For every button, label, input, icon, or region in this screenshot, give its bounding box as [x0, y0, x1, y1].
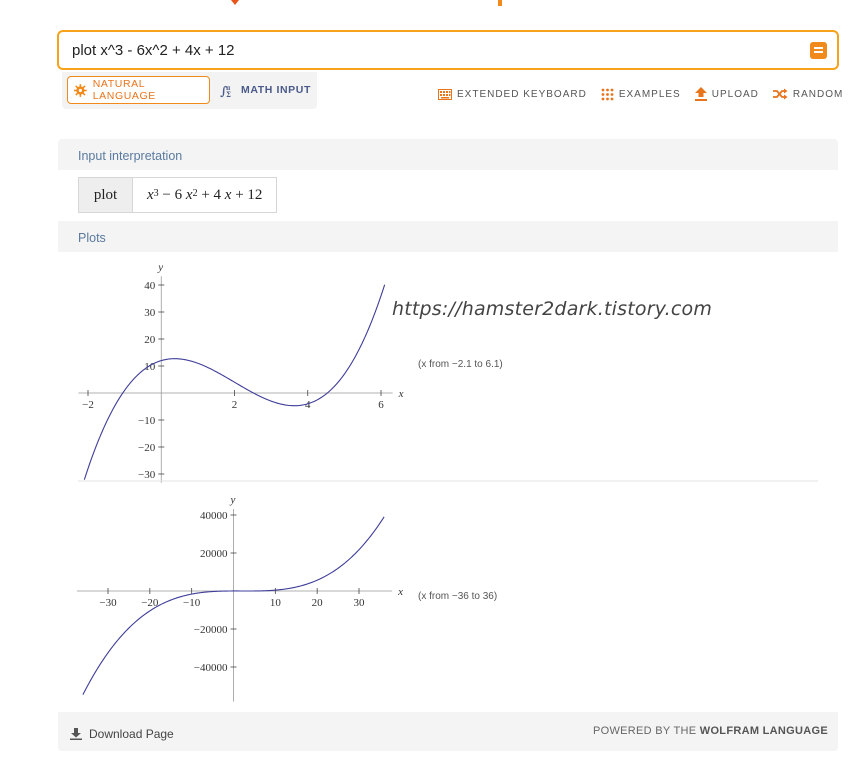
range-note: (x from −36 to 36): [418, 591, 497, 602]
x-tick-label: 4: [305, 399, 311, 411]
download-icon: [70, 728, 82, 740]
y-tick-label: 30: [144, 307, 156, 319]
y-tick-label: −20: [138, 442, 156, 454]
x-tick-label: 2: [232, 399, 238, 411]
extended-keyboard-label: EXTENDED KEYBOARD: [457, 88, 587, 100]
interpretation-box: plot x3 − 6 x2 + 4 x + 12: [78, 177, 278, 213]
examples-label: EXAMPLES: [618, 88, 681, 100]
powered-by-prefix: POWERED BY THE: [592, 725, 700, 737]
y-tick-label: 40000: [200, 510, 228, 522]
watermark-url: https://hamster2dark.tistory.com: [392, 298, 713, 320]
x-axis-label: x: [398, 388, 404, 400]
y-tick-label: −20000: [194, 624, 228, 636]
examples-button[interactable]: EXAMPLES: [601, 88, 681, 101]
plots-pod-title: Plots: [78, 231, 106, 245]
svg-text:Σ: Σ: [226, 90, 232, 98]
x-tick-label: −10: [183, 597, 201, 609]
y-tick-label: −10: [138, 415, 156, 427]
wolfram-spikey-icon: [74, 83, 87, 97]
y-axis-label: y: [157, 261, 163, 273]
powered-by-brand: WOLFRAM LANGUAGE: [699, 725, 828, 737]
math-input-button[interactable]: ∫ π Σ MATH INPUT: [218, 76, 314, 104]
download-page-link[interactable]: Download Page: [70, 727, 174, 741]
natural-language-label: NATURAL LANGUAGE: [92, 78, 156, 102]
results-card: Input interpretation plot x3 − 6 x2 + 4 …: [58, 139, 838, 751]
x-axis-label: x: [397, 586, 403, 598]
y-tick-label: 20: [144, 334, 156, 346]
grid-dots-icon: [601, 88, 614, 100]
query-toolbar: EXTENDED KEYBOARD EXAMPLES UPLOAD RANDOM: [424, 86, 843, 102]
compute-button[interactable]: [810, 42, 827, 59]
x-tick-label: −30: [99, 597, 117, 609]
extended-keyboard-button[interactable]: EXTENDED KEYBOARD: [438, 88, 587, 100]
plots-pod: x y −2 2 4 6 −30 −20 −10 10 20 30 40 (x from −2.1 to …: [58, 252, 838, 712]
y-tick-label: 40: [144, 280, 156, 292]
x-tick-label: 10: [270, 597, 282, 609]
input-mode-toggle: NATURAL LANGUAGE ∫ π Σ MATH INPUT: [62, 72, 317, 109]
search-query-text: plot x^3 - 6x^2 + 4x + 12: [72, 42, 235, 59]
top-accent-marks: [231, 0, 502, 6]
interpretation-pod-title: Input interpretation: [78, 149, 183, 163]
interpretation-pod: plot x3 − 6 x2 + 4 x + 12: [58, 170, 838, 221]
x-tick-label: −2: [82, 399, 94, 411]
interpretation-label: plot: [79, 178, 133, 212]
y-tick-label: −40000: [194, 662, 228, 674]
shuffle-icon: [772, 88, 788, 100]
math-symbols-icon: ∫ π Σ: [220, 84, 232, 98]
upload-button[interactable]: UPLOAD: [694, 87, 759, 101]
powered-by-text: POWERED BY THE WOLFRAM LANGUAGE: [593, 725, 828, 737]
x-tick-label: 6: [378, 399, 384, 411]
y-tick-label: −30: [138, 469, 156, 481]
upload-arrow-icon: [694, 87, 707, 101]
download-page-label: Download Page: [89, 727, 174, 741]
search-input[interactable]: plot x^3 - 6x^2 + 4x + 12: [57, 30, 839, 70]
x-tick-label: 20: [312, 597, 324, 609]
interpretation-expression: x3 − 6 x2 + 4 x + 12: [147, 186, 263, 203]
random-button[interactable]: RANDOM: [772, 88, 844, 100]
math-input-label: MATH INPUT: [241, 84, 311, 96]
range-note: (x from −2.1 to 6.1): [418, 359, 503, 370]
series-line: [83, 284, 386, 480]
y-tick-label: 20000: [200, 548, 228, 560]
keyboard-icon: [438, 88, 452, 100]
upload-label: UPLOAD: [711, 88, 759, 100]
plots-canvas: x y −2 2 4 6 −30 −20 −10 10 20 30 40 (x from −2.1 to …: [76, 261, 818, 702]
natural-language-button[interactable]: NATURAL LANGUAGE: [67, 76, 210, 104]
y-axis-label: y: [230, 494, 236, 506]
x-tick-label: 30: [354, 597, 366, 609]
random-label: RANDOM: [792, 88, 844, 100]
